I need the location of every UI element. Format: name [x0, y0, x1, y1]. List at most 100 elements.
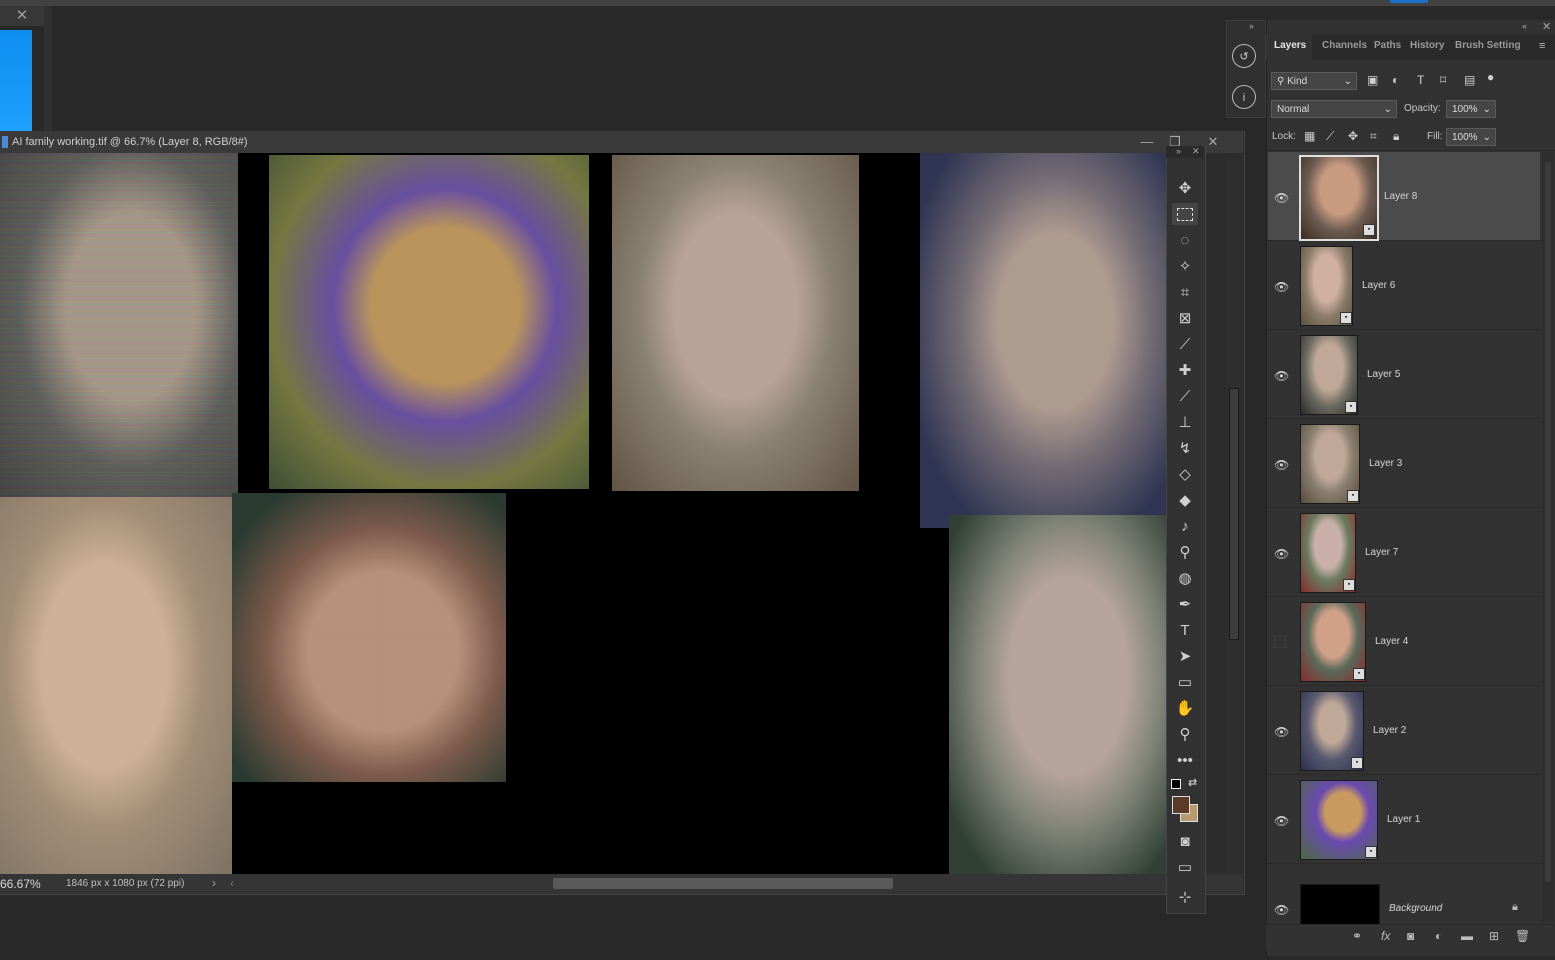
panel-menu-icon[interactable]: ≡ — [1539, 40, 1545, 52]
rectangle-tool-icon[interactable]: ▭ — [1172, 671, 1198, 693]
quick-mask-icon[interactable]: ◙ — [1172, 830, 1198, 852]
type-tool-icon[interactable]: T — [1172, 619, 1198, 641]
minimize-button[interactable]: — — [1134, 131, 1160, 153]
document-title-bar[interactable]: AI family working.tif @ 66.7% (Layer 8, … — [0, 131, 1243, 153]
brush-tool-icon[interactable]: ⟋ — [1172, 385, 1198, 407]
canvas[interactable] — [0, 153, 1166, 874]
layer-row-layer-1[interactable]: 👁︎ ▪ Layer 1 — [1268, 775, 1540, 864]
blend-mode-select[interactable]: Normal ⌄ — [1271, 100, 1397, 118]
layer-name[interactable]: Layer 2 — [1373, 725, 1406, 736]
filter-toggle-icon[interactable]: ● — [1487, 70, 1494, 84]
layer-row-layer-3[interactable]: 👁︎ ▪ Layer 3 — [1268, 419, 1540, 508]
marquee-tool-icon[interactable] — [1172, 203, 1198, 225]
edit-toolbar-icon[interactable]: ⊹ — [1172, 886, 1198, 908]
type-filter-icon[interactable]: T — [1417, 73, 1424, 87]
status-menu-arrow-icon[interactable]: › — [212, 876, 216, 890]
shape-filter-icon[interactable]: ⌑ — [1440, 73, 1446, 87]
frame-tool-icon[interactable]: ⊠ — [1172, 307, 1198, 329]
lock-image-icon[interactable]: ⟋ — [1326, 129, 1334, 144]
tab-paths[interactable]: Paths — [1374, 40, 1401, 51]
layer-name[interactable]: Background — [1389, 903, 1442, 914]
panel-close-icon[interactable]: ✕ — [1542, 20, 1551, 33]
tab-history[interactable]: History — [1410, 40, 1444, 51]
swap-colors-icon[interactable]: ⇄ — [1188, 776, 1197, 789]
crop-tool-icon[interactable]: ⌗ — [1172, 281, 1198, 303]
eyedropper-tool-icon[interactable]: ⟋ — [1172, 333, 1198, 355]
layer-name[interactable]: Layer 7 — [1365, 547, 1398, 558]
eraser-tool-icon[interactable]: ◇ — [1172, 463, 1198, 485]
lasso-tool-icon[interactable]: ◌ — [1172, 229, 1198, 251]
pixel-filter-icon[interactable]: ▣ — [1367, 73, 1378, 87]
smudge-tool-icon[interactable]: ♪ — [1172, 515, 1198, 537]
tab-layers[interactable]: Layers — [1274, 40, 1306, 51]
panel-collapse-icon[interactable]: « — [1522, 21, 1527, 31]
info-panel-icon[interactable]: i — [1232, 85, 1256, 109]
filter-kind-select[interactable]: ⚲ Kind ⌄ — [1271, 72, 1357, 90]
clone-stamp-tool-icon[interactable]: ⊥ — [1172, 411, 1198, 433]
lock-transparent-icon[interactable]: ▦ — [1304, 129, 1315, 143]
visibility-eye-icon[interactable]: 👁︎ — [1274, 547, 1289, 561]
healing-brush-tool-icon[interactable]: ✚ — [1172, 359, 1198, 381]
add-mask-icon[interactable]: ◙ — [1407, 929, 1414, 943]
layer-name[interactable]: Layer 6 — [1362, 280, 1395, 291]
tab-brush-settings[interactable]: Brush Setting — [1455, 40, 1521, 51]
path-selection-tool-icon[interactable]: ➤ — [1172, 645, 1198, 667]
pen-tool-icon[interactable]: ✒ — [1172, 593, 1198, 615]
default-colors-icon[interactable] — [1171, 779, 1181, 789]
vertical-scrollbar[interactable] — [1226, 158, 1240, 874]
layer-name[interactable]: Layer 3 — [1369, 458, 1402, 469]
tab-channels[interactable]: Channels — [1322, 40, 1367, 51]
visibility-eye-icon[interactable]: 👁︎ — [1274, 280, 1289, 294]
new-layer-icon[interactable]: ⊞ — [1489, 929, 1499, 943]
fill-input[interactable]: 100% ⌄ — [1446, 128, 1496, 146]
history-brush-tool-icon[interactable]: ↯ — [1172, 437, 1198, 459]
hand-tool-icon[interactable]: ✋ — [1172, 697, 1198, 719]
new-group-icon[interactable]: ▬ — [1461, 929, 1473, 943]
layer-name[interactable]: Layer 5 — [1367, 369, 1400, 380]
adjustment-filter-icon[interactable]: ◐ — [1392, 73, 1399, 87]
foreground-color-swatch[interactable] — [1172, 796, 1190, 814]
vertical-scroll-thumb[interactable] — [1229, 388, 1239, 640]
scroll-left-arrow-icon[interactable]: ‹ — [230, 876, 234, 890]
history-panel-icon[interactable]: ↺ — [1232, 44, 1256, 68]
layers-scroll-thumb[interactable] — [1545, 162, 1551, 882]
visibility-eye-icon[interactable]: 👁︎ — [1274, 191, 1289, 205]
layer-row-background[interactable]: 👁︎ Background 🔒︎ — [1268, 864, 1540, 926]
layer-row-layer-4[interactable]: ▪ Layer 4 — [1268, 597, 1540, 686]
close-tab-button[interactable]: ✕ — [0, 6, 44, 26]
layers-scrollbar[interactable] — [1542, 152, 1554, 922]
dock-expand-icon[interactable]: » — [1249, 21, 1254, 31]
layer-row-layer-8[interactable]: 👁︎ ▪ Layer 8 — [1268, 152, 1540, 241]
layer-row-layer-5[interactable]: 👁︎ ▪ Layer 5 — [1268, 330, 1540, 419]
visibility-eye-icon[interactable]: 👁︎ — [1274, 814, 1289, 828]
move-tool-icon[interactable]: ✥ — [1172, 177, 1198, 199]
delete-layer-icon[interactable]: 🗑︎ — [1515, 929, 1530, 943]
adjustment-layer-icon[interactable]: ◐ — [1435, 929, 1442, 943]
tools-panel-header[interactable]: » ✕ — [1166, 146, 1204, 158]
lock-all-icon[interactable]: 🔒︎ — [1393, 129, 1399, 144]
layer-row-layer-2[interactable]: 👁︎ ▪ Layer 2 — [1268, 686, 1540, 775]
visibility-eye-icon[interactable]: 👁︎ — [1274, 458, 1289, 472]
horizontal-scroll-thumb[interactable] — [553, 878, 893, 889]
link-layers-icon[interactable]: ⚭ — [1352, 929, 1362, 943]
smart-object-filter-icon[interactable]: ▤ — [1464, 73, 1475, 87]
visibility-eye-icon[interactable]: 👁︎ — [1274, 903, 1289, 917]
sponge-tool-icon[interactable]: ◍ — [1172, 567, 1198, 589]
lock-artboard-icon[interactable]: ⌗ — [1370, 129, 1377, 144]
layer-row-layer-7[interactable]: 👁︎ ▪ Layer 7 — [1268, 508, 1540, 597]
layer-name[interactable]: Layer 8 — [1384, 191, 1417, 202]
paint-bucket-tool-icon[interactable]: ◆ — [1172, 489, 1198, 511]
layer-style-fx-icon[interactable]: fx — [1381, 929, 1390, 943]
screen-mode-icon[interactable]: ▭ — [1172, 856, 1198, 878]
layer-name[interactable]: Layer 1 — [1387, 814, 1420, 825]
visibility-eye-icon[interactable]: 👁︎ — [1274, 725, 1289, 739]
dodge-tool-icon[interactable]: ⚲ — [1172, 541, 1198, 563]
more-tools-icon[interactable]: ••• — [1172, 749, 1198, 771]
visibility-toggle-off[interactable] — [1274, 636, 1286, 648]
visibility-eye-icon[interactable]: 👁︎ — [1274, 369, 1289, 383]
background-window-preview[interactable] — [0, 30, 32, 132]
opacity-input[interactable]: 100% ⌄ — [1446, 100, 1496, 118]
zoom-tool-icon[interactable]: ⚲ — [1172, 723, 1198, 745]
layer-name[interactable]: Layer 4 — [1375, 636, 1408, 647]
magic-wand-tool-icon[interactable]: ✧ — [1172, 255, 1198, 277]
